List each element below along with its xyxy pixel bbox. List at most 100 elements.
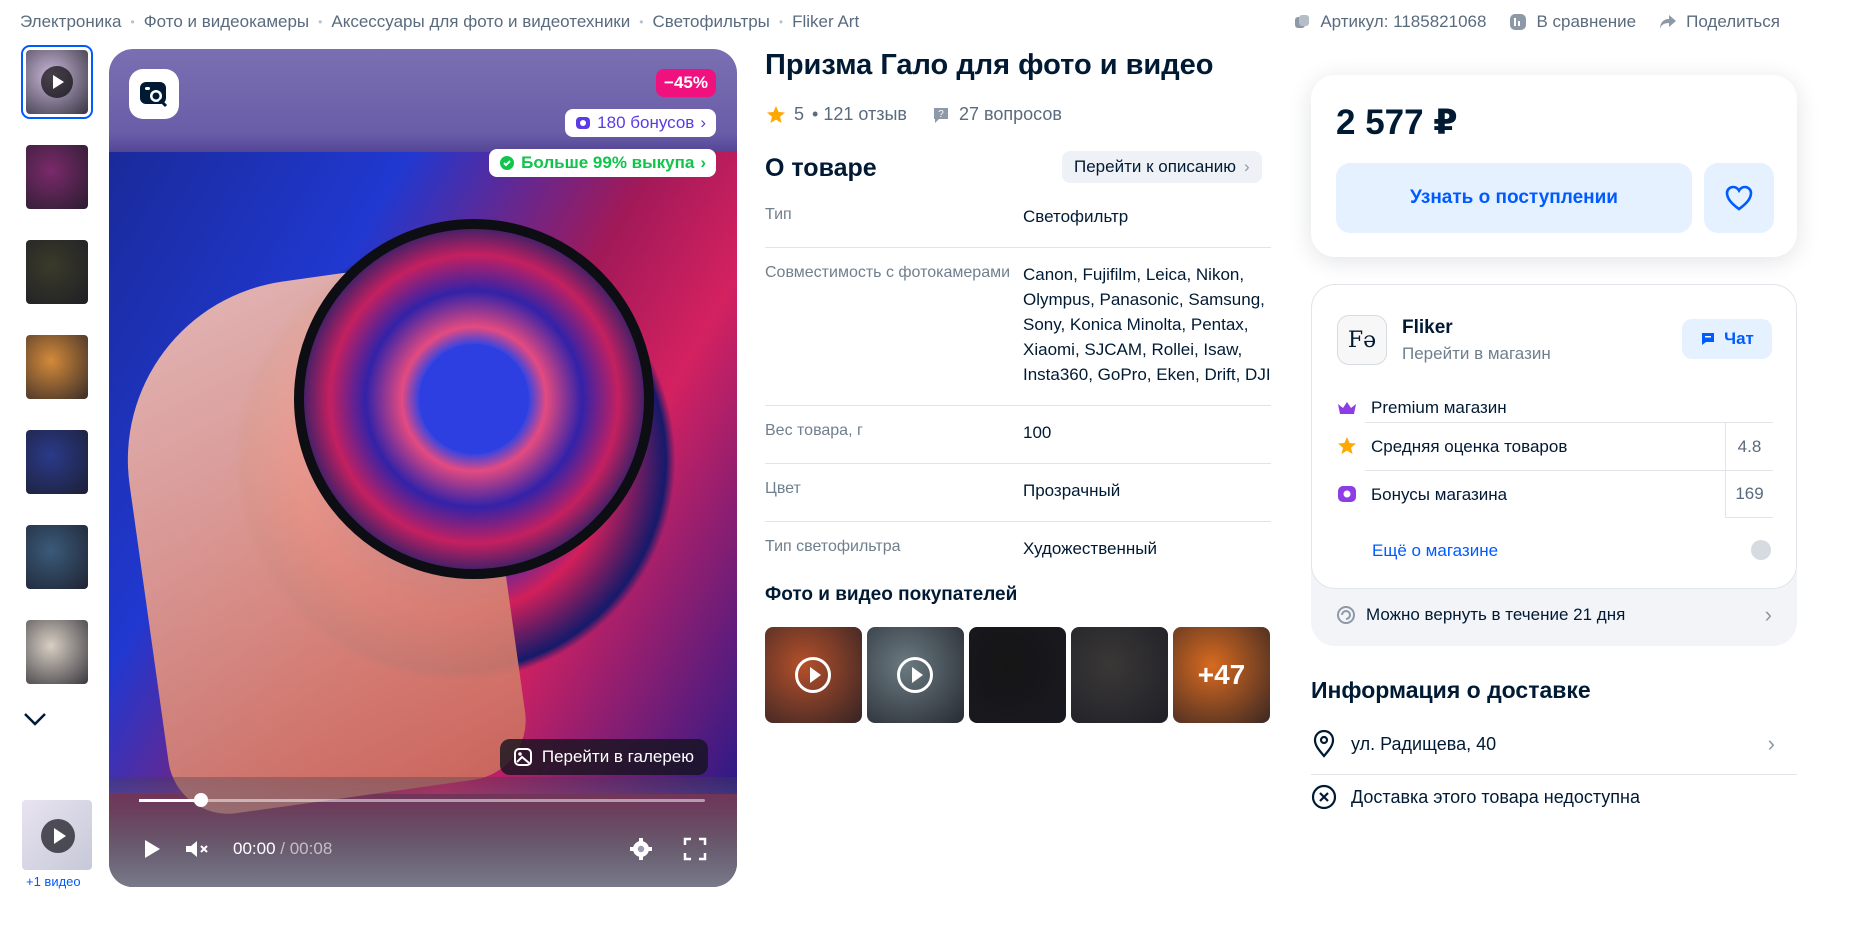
crown-icon xyxy=(1338,402,1356,414)
buyer-video[interactable] xyxy=(867,627,964,723)
bonus-icon xyxy=(576,117,591,129)
video-time: 00:00 / 00:08 xyxy=(233,839,333,858)
breadcrumb-item[interactable]: Светофильтры xyxy=(652,12,769,32)
favorite-button[interactable] xyxy=(1704,163,1774,233)
delivery-title: Информация о доставке xyxy=(1311,677,1591,703)
thumbnail[interactable] xyxy=(26,620,88,684)
reviews-link[interactable]: • 121 отзыв xyxy=(812,104,907,125)
top-actions: Артикул: 1185821068 В сравнение Поделить… xyxy=(1292,12,1780,32)
chat-button[interactable]: Чат xyxy=(1682,319,1772,359)
notify-button[interactable]: Узнать о поступлении xyxy=(1336,163,1692,233)
more-video-link[interactable]: +1 видео xyxy=(26,874,81,889)
play-icon xyxy=(897,657,933,693)
breadcrumb-item[interactable]: Fliker Art xyxy=(792,12,859,32)
shop-info: Fə Fliker Перейти в магазин Чат Premium … xyxy=(1311,284,1797,589)
product-title: Призма Гало для фото и видео xyxy=(765,49,1214,81)
thumbnail-list xyxy=(21,45,93,715)
go-to-description-button[interactable]: Перейти к описанию › xyxy=(1062,151,1262,183)
price-card: 2 577 ₽ Узнать о поступлении xyxy=(1311,75,1797,257)
play-icon xyxy=(795,657,831,693)
close-circle-icon xyxy=(1311,784,1337,810)
video-thumbnail[interactable] xyxy=(22,800,92,870)
article-number[interactable]: Артикул: 1185821068 xyxy=(1292,12,1486,32)
rating-value[interactable]: 5 xyxy=(794,104,804,125)
buyer-more[interactable]: +47 xyxy=(1173,627,1270,723)
share-icon xyxy=(1660,15,1677,29)
price: 2 577 ₽ xyxy=(1336,103,1458,142)
chevron-right-icon: › xyxy=(700,153,706,172)
fullscreen-icon[interactable] xyxy=(683,837,707,861)
bonus-icon xyxy=(1338,486,1356,502)
mute-icon[interactable] xyxy=(183,837,211,861)
video-control-row: 00:00 / 00:08 xyxy=(139,837,707,861)
shop-bonus-row: Бонусы магазина 169 xyxy=(1337,470,1773,518)
compare-button[interactable]: В сравнение xyxy=(1508,12,1636,32)
about-title: О товаре xyxy=(765,154,877,182)
thumbnail[interactable] xyxy=(26,240,88,304)
chevron-right-icon: › xyxy=(1244,157,1250,176)
buyer-media-title: Фото и видео покупателей xyxy=(765,584,1018,605)
question-icon: ? xyxy=(933,107,948,123)
spec-row: Тип светофильтра Художественный xyxy=(765,538,1157,558)
buyer-photo[interactable] xyxy=(969,627,1066,723)
thumbnail[interactable] xyxy=(26,525,88,589)
chevron-down-icon[interactable] xyxy=(20,704,50,734)
prism-image xyxy=(294,219,654,579)
buyout-icon xyxy=(500,156,515,170)
thumbnail[interactable] xyxy=(21,45,93,119)
rating-row: 5 • 121 отзыв ? 27 вопросов xyxy=(766,104,1062,125)
divider xyxy=(1311,774,1797,775)
bonus-badge[interactable]: 180 бонусов › xyxy=(565,109,716,137)
product-media[interactable]: −45% 180 бонусов › Больше 99% выкупа › П… xyxy=(109,49,737,887)
return-policy-row[interactable]: Можно вернуть в течение 21 дня › xyxy=(1336,602,1772,628)
settings-icon[interactable] xyxy=(629,837,653,861)
image-search-button[interactable] xyxy=(129,69,179,119)
delivery-unavailable-row: Доставка этого товара недоступна xyxy=(1311,784,1797,810)
buyer-media-list: +47 xyxy=(765,627,1270,723)
chat-icon xyxy=(1702,333,1715,345)
chevron-down-icon[interactable] xyxy=(1751,540,1771,560)
play-icon xyxy=(41,66,73,98)
video-controls: 00:00 / 00:08 xyxy=(109,777,737,887)
video-progress-handle[interactable] xyxy=(194,793,209,807)
shop-name[interactable]: Fliker xyxy=(1402,317,1453,339)
star-icon xyxy=(1338,437,1356,454)
more-about-shop-link[interactable]: Ещё о магазине xyxy=(1372,541,1498,561)
thumbnail[interactable] xyxy=(26,430,88,494)
go-to-shop-link[interactable]: Перейти в магазин xyxy=(1402,344,1551,364)
buyer-video[interactable] xyxy=(765,627,862,723)
questions-link[interactable]: ? 27 вопросов xyxy=(931,104,1062,125)
spec-row: Тип Светофильтр xyxy=(765,190,1271,248)
chevron-right-icon: › xyxy=(1767,731,1775,756)
breadcrumb: Электроника • Фото и видеокамеры • Аксессу… xyxy=(20,12,860,32)
copy-icon xyxy=(1295,15,1310,28)
shop-card: Fə Fliker Перейти в магазин Чат Premium … xyxy=(1311,284,1797,646)
thumbnail[interactable] xyxy=(26,145,88,209)
avg-rating-row: Средняя оценка товаров 4.8 xyxy=(1337,422,1773,470)
star-icon xyxy=(767,105,785,123)
breadcrumb-item[interactable]: Аксессуары для фото и видеотехники xyxy=(331,12,630,32)
spec-row: Цвет Прозрачный xyxy=(765,464,1271,522)
thumbnail[interactable] xyxy=(26,335,88,399)
image-search-icon xyxy=(140,82,168,108)
specs-table: Тип Светофильтр Совместимость с фотокамер… xyxy=(765,190,1271,579)
delivery-address-row[interactable]: ул. Радищева, 40 › xyxy=(1311,730,1797,758)
share-button[interactable]: Поделиться xyxy=(1658,12,1780,32)
video-progress[interactable] xyxy=(139,793,705,807)
svg-text:?: ? xyxy=(938,109,944,120)
return-icon xyxy=(1337,606,1355,624)
gallery-icon xyxy=(513,748,532,766)
breadcrumb-item[interactable]: Фото и видеокамеры xyxy=(144,12,309,32)
location-pin-icon xyxy=(1313,730,1335,758)
spec-row: Вес товара, г 100 xyxy=(765,406,1271,464)
play-icon[interactable] xyxy=(139,837,163,861)
chevron-right-icon: › xyxy=(700,113,706,132)
open-gallery-button[interactable]: Перейти в галерею xyxy=(499,739,708,775)
buyer-photo[interactable] xyxy=(1071,627,1168,723)
spec-row: Совместимость с фотокамерами Canon, Fujif… xyxy=(765,248,1271,406)
buyout-badge[interactable]: Больше 99% выкупа › xyxy=(489,149,716,177)
chevron-right-icon: › xyxy=(1764,602,1772,627)
shop-logo[interactable]: Fə xyxy=(1337,315,1387,365)
breadcrumb-item[interactable]: Электроника xyxy=(20,12,122,32)
video-progress-fill xyxy=(139,799,202,802)
